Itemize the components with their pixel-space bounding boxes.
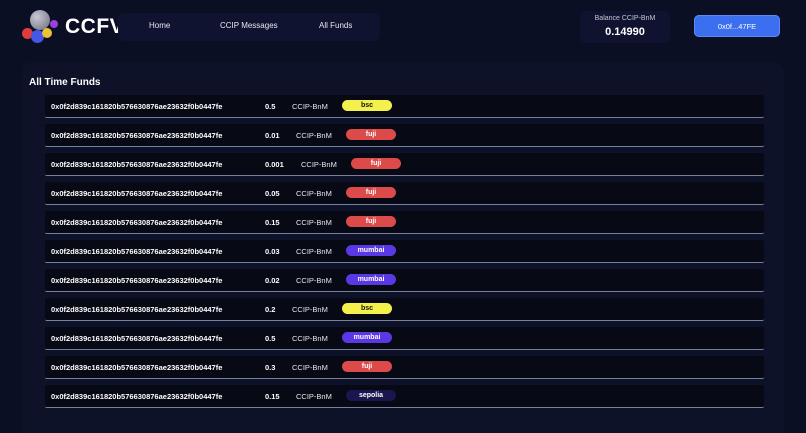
fund-token: CCIP-BnM bbox=[296, 131, 332, 140]
chain-badge: fuji bbox=[351, 158, 401, 169]
fund-token: CCIP-BnM bbox=[296, 247, 332, 256]
fund-amount: 0.15 bbox=[265, 392, 280, 401]
fund-amount: 0.01 bbox=[265, 131, 280, 140]
page-title: All Time Funds bbox=[29, 77, 101, 88]
balance-card: Balance CCIP-BnM 0.14990 bbox=[580, 11, 670, 43]
fund-amount: 0.5 bbox=[265, 102, 276, 111]
fund-row[interactable]: 0x0f2d839c161820b576630876ae23632f0b0447… bbox=[45, 153, 764, 176]
fund-address: 0x0f2d839c161820b576630876ae23632f0b0447… bbox=[51, 247, 223, 256]
fund-amount: 0.02 bbox=[265, 276, 280, 285]
main-nav: Home CCIP Messages All Funds bbox=[118, 13, 380, 41]
fund-address: 0x0f2d839c161820b576630876ae23632f0b0447… bbox=[51, 131, 223, 140]
fund-row[interactable]: 0x0f2d839c161820b576630876ae23632f0b0447… bbox=[45, 182, 764, 205]
fund-token: CCIP-BnM bbox=[296, 218, 332, 227]
fund-address: 0x0f2d839c161820b576630876ae23632f0b0447… bbox=[51, 102, 223, 111]
chain-badge: mumbai bbox=[346, 245, 396, 256]
chain-badge: mumbai bbox=[342, 332, 392, 343]
fund-amount: 0.2 bbox=[265, 305, 276, 314]
nav-ccip-messages[interactable]: CCIP Messages bbox=[220, 21, 278, 30]
chain-badge: sepolia bbox=[346, 390, 396, 401]
fund-address: 0x0f2d839c161820b576630876ae23632f0b0447… bbox=[51, 363, 223, 372]
fund-token: CCIP-BnM bbox=[292, 334, 328, 343]
fund-address: 0x0f2d839c161820b576630876ae23632f0b0447… bbox=[51, 334, 223, 343]
fund-amount: 0.15 bbox=[265, 218, 280, 227]
fund-address: 0x0f2d839c161820b576630876ae23632f0b0447… bbox=[51, 160, 223, 169]
fund-token: CCIP-BnM bbox=[296, 392, 332, 401]
fund-amount: 0.05 bbox=[265, 189, 280, 198]
fund-amount: 0.001 bbox=[265, 160, 284, 169]
chain-badge: bsc bbox=[342, 303, 392, 314]
fund-token: CCIP-BnM bbox=[301, 160, 337, 169]
fund-address: 0x0f2d839c161820b576630876ae23632f0b0447… bbox=[51, 218, 223, 227]
logo-icon[interactable] bbox=[22, 10, 58, 44]
fund-token: CCIP-BnM bbox=[296, 189, 332, 198]
fund-address: 0x0f2d839c161820b576630876ae23632f0b0447… bbox=[51, 392, 223, 401]
fund-amount: 0.3 bbox=[265, 363, 276, 372]
brand-name: CCFV bbox=[65, 15, 125, 38]
chain-badge: mumbai bbox=[346, 274, 396, 285]
fund-row[interactable]: 0x0f2d839c161820b576630876ae23632f0b0447… bbox=[45, 240, 764, 263]
nav-home[interactable]: Home bbox=[149, 21, 170, 30]
fund-row[interactable]: 0x0f2d839c161820b576630876ae23632f0b0447… bbox=[45, 211, 764, 234]
fund-address: 0x0f2d839c161820b576630876ae23632f0b0447… bbox=[51, 189, 223, 198]
fund-address: 0x0f2d839c161820b576630876ae23632f0b0447… bbox=[51, 276, 223, 285]
fund-row[interactable]: 0x0f2d839c161820b576630876ae23632f0b0447… bbox=[45, 95, 764, 118]
nav-all-funds[interactable]: All Funds bbox=[319, 21, 352, 30]
fund-token: CCIP-BnM bbox=[292, 102, 328, 111]
chain-badge: fuji bbox=[346, 187, 396, 198]
fund-token: CCIP-BnM bbox=[292, 305, 328, 314]
fund-amount: 0.03 bbox=[265, 247, 280, 256]
chain-badge: fuji bbox=[342, 361, 392, 372]
wallet-address-button[interactable]: 0x0f...47FE bbox=[694, 15, 780, 37]
funds-panel: All Time Funds 0x0f2d839c161820b57663087… bbox=[22, 62, 784, 433]
fund-row[interactable]: 0x0f2d839c161820b576630876ae23632f0b0447… bbox=[45, 298, 764, 321]
fund-row[interactable]: 0x0f2d839c161820b576630876ae23632f0b0447… bbox=[45, 327, 764, 350]
chain-badge: fuji bbox=[346, 216, 396, 227]
balance-label: Balance CCIP-BnM bbox=[594, 15, 656, 22]
fund-amount: 0.5 bbox=[265, 334, 276, 343]
fund-row[interactable]: 0x0f2d839c161820b576630876ae23632f0b0447… bbox=[45, 269, 764, 292]
fund-address: 0x0f2d839c161820b576630876ae23632f0b0447… bbox=[51, 305, 223, 314]
top-bar: CCFV Home CCIP Messages All Funds Balanc… bbox=[0, 0, 806, 60]
fund-row[interactable]: 0x0f2d839c161820b576630876ae23632f0b0447… bbox=[45, 124, 764, 147]
fund-row[interactable]: 0x0f2d839c161820b576630876ae23632f0b0447… bbox=[45, 356, 764, 379]
chain-badge: bsc bbox=[342, 100, 392, 111]
fund-row[interactable]: 0x0f2d839c161820b576630876ae23632f0b0447… bbox=[45, 385, 764, 408]
fund-token: CCIP-BnM bbox=[296, 276, 332, 285]
balance-value: 0.14990 bbox=[605, 26, 645, 38]
chain-badge: fuji bbox=[346, 129, 396, 140]
fund-token: CCIP-BnM bbox=[292, 363, 328, 372]
